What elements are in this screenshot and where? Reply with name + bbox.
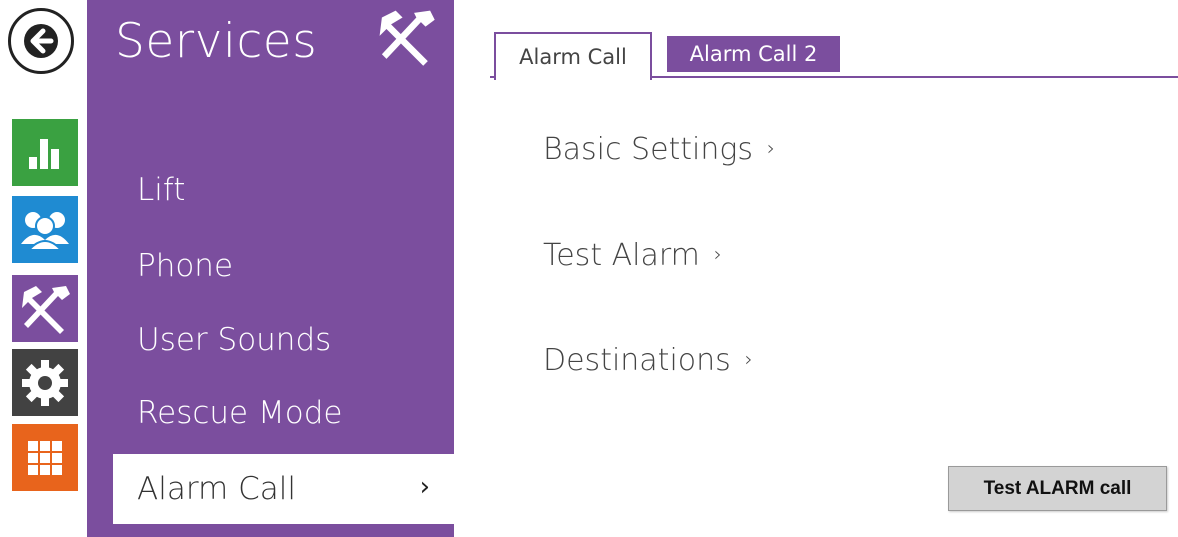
sidebar-item-alarm-call[interactable]: Alarm Call › — [113, 454, 454, 524]
tools-icon — [22, 285, 70, 334]
rail-services-tile[interactable] — [12, 275, 78, 342]
rail-settings-tile[interactable] — [12, 349, 78, 416]
sidebar-item-lift[interactable]: Lift — [137, 172, 185, 208]
tools-icon — [375, 6, 437, 72]
back-arrow-icon — [24, 24, 58, 58]
sidebar-item-rescue-mode[interactable]: Rescue Mode — [137, 395, 342, 431]
tab-alarm-call-2[interactable]: Alarm Call 2 — [667, 36, 840, 72]
test-alarm-call-button[interactable]: Test ALARM call — [948, 466, 1167, 511]
basic-settings-link[interactable]: Basic Settings › — [543, 132, 775, 167]
test-alarm-link[interactable]: Test Alarm › — [543, 238, 722, 273]
chevron-right-icon: › — [713, 242, 722, 266]
chevron-right-icon: › — [419, 472, 430, 502]
stats-icon — [29, 138, 59, 169]
services-sidebar: Services Lift Phone User Sounds Rescue M… — [87, 0, 454, 537]
link-label: Basic Settings — [543, 132, 754, 167]
chevron-right-icon: › — [744, 347, 753, 371]
rail-status-tile[interactable] — [12, 119, 78, 186]
sidebar-item-phone[interactable]: Phone — [137, 248, 233, 284]
sidebar-item-user-sounds[interactable]: User Sounds — [137, 322, 331, 358]
rail-directory-tile[interactable] — [12, 196, 78, 263]
sidebar-item-label: Alarm Call — [137, 471, 296, 507]
sidebar-title: Services — [115, 14, 318, 69]
gear-icon — [22, 359, 68, 406]
users-icon — [21, 211, 69, 251]
grid-icon — [28, 440, 62, 475]
link-label: Test Alarm — [543, 238, 700, 273]
tab-alarm-call[interactable]: Alarm Call — [494, 32, 652, 80]
destinations-link[interactable]: Destinations › — [543, 343, 753, 378]
link-label: Destinations — [543, 343, 731, 378]
back-button[interactable] — [8, 8, 74, 74]
chevron-right-icon: › — [767, 136, 776, 160]
rail-system-tile[interactable] — [12, 424, 78, 491]
